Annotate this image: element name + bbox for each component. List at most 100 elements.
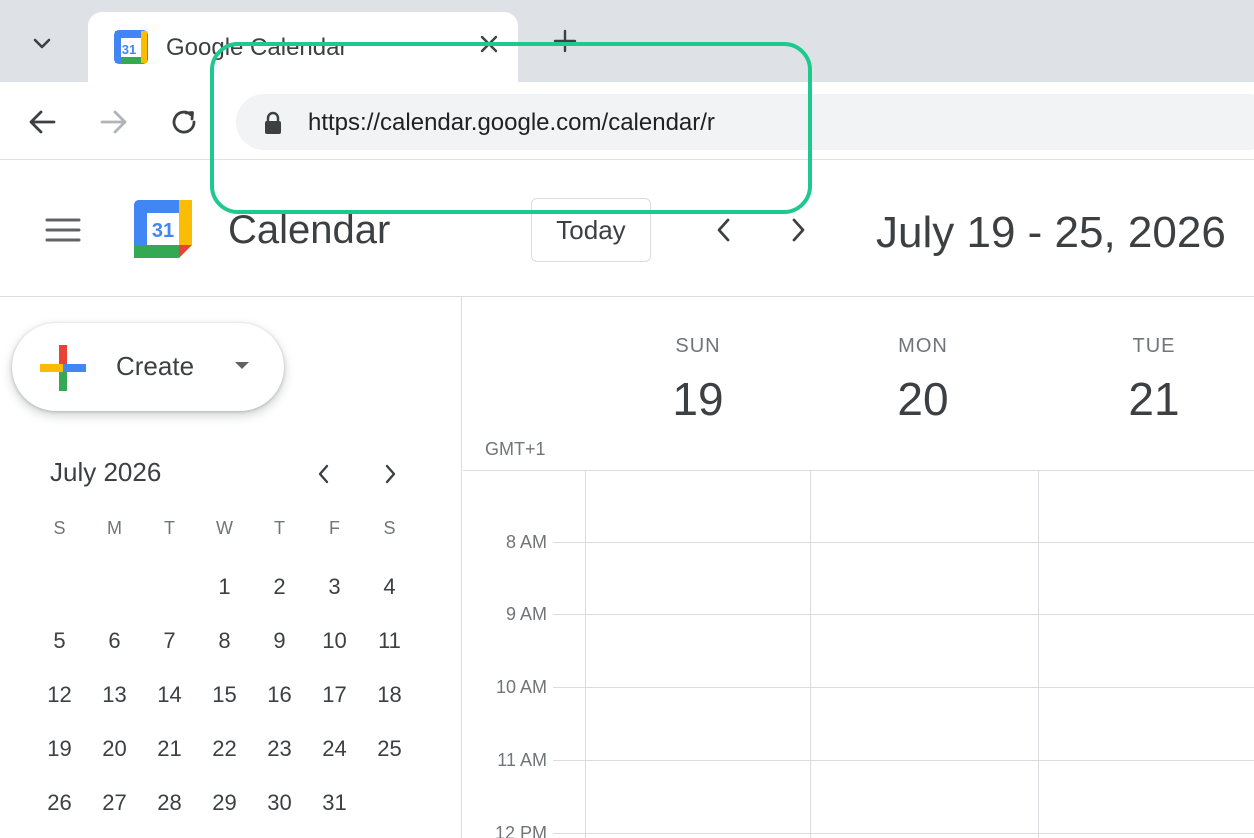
mini-calendar-day[interactable]: 30: [252, 783, 307, 837]
next-week-button[interactable]: [778, 210, 818, 250]
empty-day-cell: [87, 567, 142, 621]
mini-calendar-day[interactable]: 19: [32, 729, 87, 783]
day-column-mon[interactable]: [811, 471, 1038, 838]
mini-calendar-day[interactable]: 14: [142, 675, 197, 729]
mini-calendar-day[interactable]: 13: [87, 675, 142, 729]
mini-calendar-day[interactable]: 31: [307, 783, 362, 837]
close-tab-button[interactable]: [474, 32, 504, 62]
mini-calendar-day[interactable]: 27: [87, 783, 142, 837]
mini-calendar-day[interactable]: 1: [197, 567, 252, 621]
svg-text:31: 31: [122, 42, 136, 57]
sidebar: Create July 2026 S M T W T F S 1 2 3 4 5 6 7 8 9 10 11 12 1…: [0, 297, 462, 838]
chevron-right-icon: [792, 218, 805, 242]
day-number[interactable]: 20: [843, 372, 1003, 426]
day-column-tue[interactable]: [1039, 471, 1254, 838]
empty-day-cell: [32, 567, 87, 621]
timezone-label: GMT+1: [485, 439, 546, 459]
mini-calendar-day[interactable]: 25: [362, 729, 417, 783]
svg-text:31: 31: [152, 220, 174, 242]
forward-button[interactable]: [94, 102, 134, 142]
browser-tab-strip: 31 Google Calendar: [0, 0, 1254, 84]
hour-label: 9 AM: [505, 604, 547, 624]
mini-calendar-day[interactable]: 18: [362, 675, 417, 729]
chevron-right-icon: [385, 464, 396, 484]
hour-label: 12 PM: [494, 823, 547, 838]
day-header-sun[interactable]: SUN 19: [618, 335, 778, 426]
mini-calendar-day[interactable]: 20: [87, 729, 142, 783]
reload-button[interactable]: [164, 102, 204, 142]
mini-calendar-prev-button[interactable]: [306, 457, 342, 491]
empty-day-cell: [362, 783, 417, 837]
mini-calendar-title: July 2026: [50, 457, 162, 487]
mini-calendar-day[interactable]: 29: [197, 783, 252, 837]
weekday-label: T: [164, 518, 175, 538]
hour-label: 11 AM: [497, 750, 547, 770]
today-button[interactable]: Today: [531, 198, 651, 262]
back-button[interactable]: [22, 102, 62, 142]
mini-calendar-day[interactable]: 24: [307, 729, 362, 783]
weekday-label: M: [107, 518, 122, 538]
weekday-label: F: [329, 518, 340, 538]
chevron-left-icon: [717, 218, 730, 242]
mini-calendar-day[interactable]: 16: [252, 675, 307, 729]
main-menu-button[interactable]: [38, 210, 88, 250]
google-calendar-favicon-icon: 31: [114, 30, 148, 64]
weekday-label: S: [383, 518, 396, 538]
mini-calendar-day[interactable]: 6: [87, 621, 142, 675]
new-tab-button[interactable]: [548, 28, 582, 62]
hour-label: 10 AM: [495, 677, 547, 697]
create-button[interactable]: Create: [12, 323, 284, 411]
mini-calendar-day[interactable]: 26: [32, 783, 87, 837]
browser-tab[interactable]: 31 Google Calendar: [88, 12, 518, 84]
chevron-down-icon: [33, 38, 51, 49]
weekday-label: S: [53, 518, 66, 538]
close-icon: [480, 35, 498, 53]
day-of-week-label: MON: [898, 335, 948, 357]
mini-calendar-day[interactable]: 21: [142, 729, 197, 783]
lock-icon[interactable]: [262, 111, 284, 135]
weekday-label: T: [274, 518, 285, 538]
mini-calendar-day[interactable]: 23: [252, 729, 307, 783]
url-text[interactable]: https://calendar.google.com/calendar/r: [308, 109, 715, 137]
day-column-sun[interactable]: [586, 471, 810, 838]
mini-calendar-next-button[interactable]: [372, 457, 408, 491]
date-range-title: July 19 - 25, 2026: [876, 208, 1226, 257]
reload-icon: [172, 110, 196, 134]
mini-calendar-day[interactable]: 4: [362, 567, 417, 621]
back-icon: [29, 110, 56, 134]
empty-day-cell: [142, 567, 197, 621]
tab-title: Google Calendar: [166, 34, 348, 61]
mini-calendar-day[interactable]: 11: [362, 621, 417, 675]
mini-calendar-day[interactable]: 22: [197, 729, 252, 783]
mini-calendar-day[interactable]: 2: [252, 567, 307, 621]
day-header-mon[interactable]: MON 20: [843, 335, 1003, 426]
chevron-left-icon: [318, 464, 329, 484]
day-number[interactable]: 19: [618, 372, 778, 426]
mini-calendar-day[interactable]: 7: [142, 621, 197, 675]
mini-calendar-day[interactable]: 5: [32, 621, 87, 675]
day-header-tue[interactable]: TUE 21: [1074, 335, 1234, 426]
plus-icon: [40, 345, 86, 391]
create-label: Create: [116, 351, 195, 381]
mini-calendar-day[interactable]: 3: [307, 567, 362, 621]
day-of-week-label: SUN: [675, 335, 721, 357]
google-calendar-logo-icon: 31: [134, 200, 192, 258]
calendar-header: 31 Calendar Today July 19 - 25, 2026: [0, 160, 1254, 297]
week-view: SUN 19 MON 20 TUE 21 GMT+1 8 AM 9 AM 10 …: [463, 297, 1254, 838]
mini-calendar-day[interactable]: 8: [197, 621, 252, 675]
mini-calendar-day[interactable]: 17: [307, 675, 362, 729]
address-bar[interactable]: https://calendar.google.com/calendar/r: [236, 94, 1254, 150]
mini-calendar-day[interactable]: 9: [252, 621, 307, 675]
caret-down-icon[interactable]: [232, 359, 252, 373]
mini-calendar-day[interactable]: 28: [142, 783, 197, 837]
mini-calendar-day[interactable]: 15: [197, 675, 252, 729]
previous-week-button[interactable]: [704, 210, 744, 250]
mini-calendar-day[interactable]: 12: [32, 675, 87, 729]
mini-calendar-day[interactable]: 10: [307, 621, 362, 675]
day-of-week-label: TUE: [1132, 335, 1176, 357]
browser-toolbar: https://calendar.google.com/calendar/r: [0, 82, 1254, 160]
forward-icon: [100, 110, 127, 134]
day-number[interactable]: 21: [1074, 372, 1234, 426]
hour-label: 8 AM: [505, 532, 547, 552]
tab-search-button[interactable]: [20, 22, 64, 66]
